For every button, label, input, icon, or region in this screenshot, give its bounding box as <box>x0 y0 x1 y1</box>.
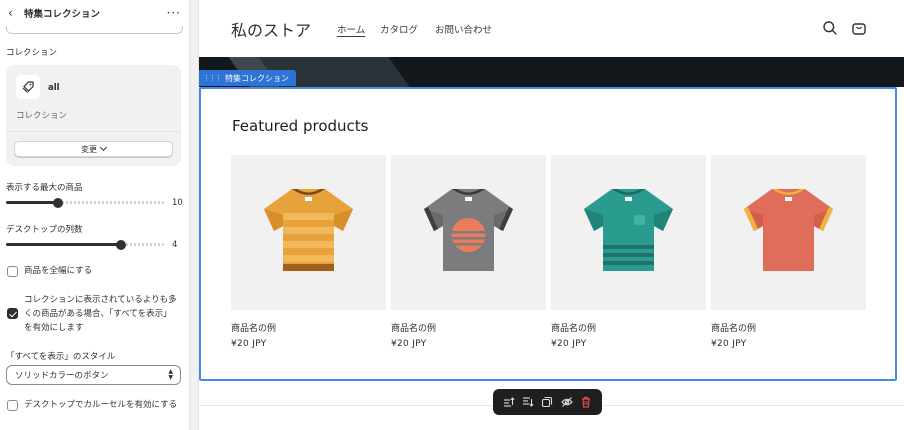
divider <box>6 131 181 132</box>
collection-name: all <box>48 83 60 93</box>
carousel-checkbox[interactable] <box>7 400 18 411</box>
select-value: ソリッドカラーのボタン <box>15 371 109 381</box>
featured-collection-section[interactable]: Featured products 商品名の例 ¥20 JPY 商品名の例 ¥2… <box>199 87 897 381</box>
search-icon[interactable] <box>822 20 838 36</box>
product-image[interactable] <box>711 155 866 310</box>
product-image[interactable] <box>391 155 546 310</box>
drag-handle-icon: ⋮⋮⋮ <box>203 74 222 82</box>
product-image[interactable] <box>231 155 386 310</box>
desktop-columns-label: デスクトップの列数 <box>6 225 83 235</box>
sidebar-title: 特集コレクション <box>24 9 101 20</box>
section-tag-label: 特集コレクション <box>225 73 289 83</box>
sidebar-header: ‹ 特集コレクション ··· <box>0 0 189 26</box>
tshirt-image <box>264 189 353 271</box>
product-price: ¥20 JPY <box>231 339 267 349</box>
product-price: ¥20 JPY <box>391 339 427 349</box>
store-header: 私のストア ホーム カタログ お問い合わせ <box>199 0 904 57</box>
nav-item-home[interactable]: ホーム <box>337 22 365 36</box>
slider-handle[interactable] <box>53 197 64 208</box>
section-heading: Featured products <box>232 117 369 135</box>
product-card[interactable]: 商品名の例 ¥20 JPY <box>391 155 546 349</box>
collection-picker-card: all コレクション 変更 <box>6 65 181 166</box>
collection-type: コレクション <box>16 111 68 121</box>
hide-icon[interactable] <box>560 395 574 409</box>
desktop-columns-slider[interactable] <box>6 239 164 250</box>
change-button-label: 変更 <box>81 144 97 154</box>
max-products-slider[interactable] <box>6 197 164 208</box>
nav-item-catalog[interactable]: カタログ <box>380 22 418 36</box>
product-image[interactable] <box>551 155 706 310</box>
move-down-icon[interactable] <box>521 395 535 409</box>
slider-fill <box>6 243 122 246</box>
nav-item-contact[interactable]: お問い合わせ <box>435 22 492 36</box>
product-title[interactable]: 商品名の例 <box>711 321 866 334</box>
store-preview: 私のストア ホーム カタログ お問い合わせ ⋮⋮⋮ 特集コレクション Featu… <box>198 0 904 430</box>
product-price: ¥20 JPY <box>711 339 747 349</box>
view-all-style-select[interactable]: ソリッドカラーのボタン ▲ ▼ <box>6 365 181 385</box>
product-card[interactable]: 商品名の例 ¥20 JPY <box>711 155 866 349</box>
more-horizontal-icon[interactable]: ··· <box>167 6 181 20</box>
section-toolbar <box>493 389 602 415</box>
settings-sidebar: ‹ 特集コレクション ··· コレクション all コレクション 変更 表示する… <box>0 0 190 430</box>
chevron-left-icon[interactable]: ‹ <box>8 6 20 20</box>
view-all-style-label: 「すべてを表示」のスタイル <box>6 352 116 362</box>
product-card[interactable]: 商品名の例 ¥20 JPY <box>551 155 706 349</box>
image-banner-strip <box>199 57 904 87</box>
move-up-icon[interactable] <box>502 395 516 409</box>
max-products-label: 表示する最大の商品 <box>6 183 83 193</box>
product-title[interactable]: 商品名の例 <box>231 321 386 334</box>
view-all-label-line: を有効にします <box>24 323 84 333</box>
product-card[interactable]: 商品名の例 ¥20 JPY <box>231 155 386 349</box>
view-all-label: コレクションに表示されているよりも多 くの商品がある場合、「すべてを表示」 を有… <box>24 293 177 335</box>
tshirt-image <box>744 189 833 271</box>
full-width-checkbox[interactable] <box>7 266 18 277</box>
slider-fill <box>6 201 59 204</box>
duplicate-icon[interactable] <box>540 395 554 409</box>
product-title[interactable]: 商品名の例 <box>391 321 546 334</box>
full-width-label: 商品を全幅にする <box>24 266 93 276</box>
carousel-label: デスクトップでカルーセルを有効にする <box>24 400 178 410</box>
view-all-label-line: くの商品がある場合、「すべてを表示」 <box>24 309 172 319</box>
product-title[interactable]: 商品名の例 <box>551 321 706 334</box>
delete-icon[interactable] <box>579 395 593 409</box>
product-price: ¥20 JPY <box>551 339 587 349</box>
section-tag[interactable]: ⋮⋮⋮ 特集コレクション <box>199 70 296 86</box>
previous-field-edge <box>6 26 183 34</box>
change-collection-button[interactable]: 変更 <box>14 141 173 157</box>
collection-tag-icon <box>16 75 40 99</box>
cart-icon[interactable] <box>851 20 867 36</box>
view-all-label-line: コレクションに表示されているよりも多 <box>24 295 177 305</box>
select-arrows-icon: ▲ ▼ <box>168 368 173 381</box>
chevron-down-icon <box>99 143 108 152</box>
tshirt-image <box>584 189 673 271</box>
view-all-checkbox[interactable] <box>7 308 18 319</box>
desktop-columns-value: 4 <box>172 240 178 250</box>
slider-handle[interactable] <box>116 239 127 250</box>
max-products-value: 10 <box>172 198 183 208</box>
tshirt-image <box>424 189 513 271</box>
store-logo[interactable]: 私のストア <box>231 17 311 41</box>
collection-label: コレクション <box>6 48 58 58</box>
